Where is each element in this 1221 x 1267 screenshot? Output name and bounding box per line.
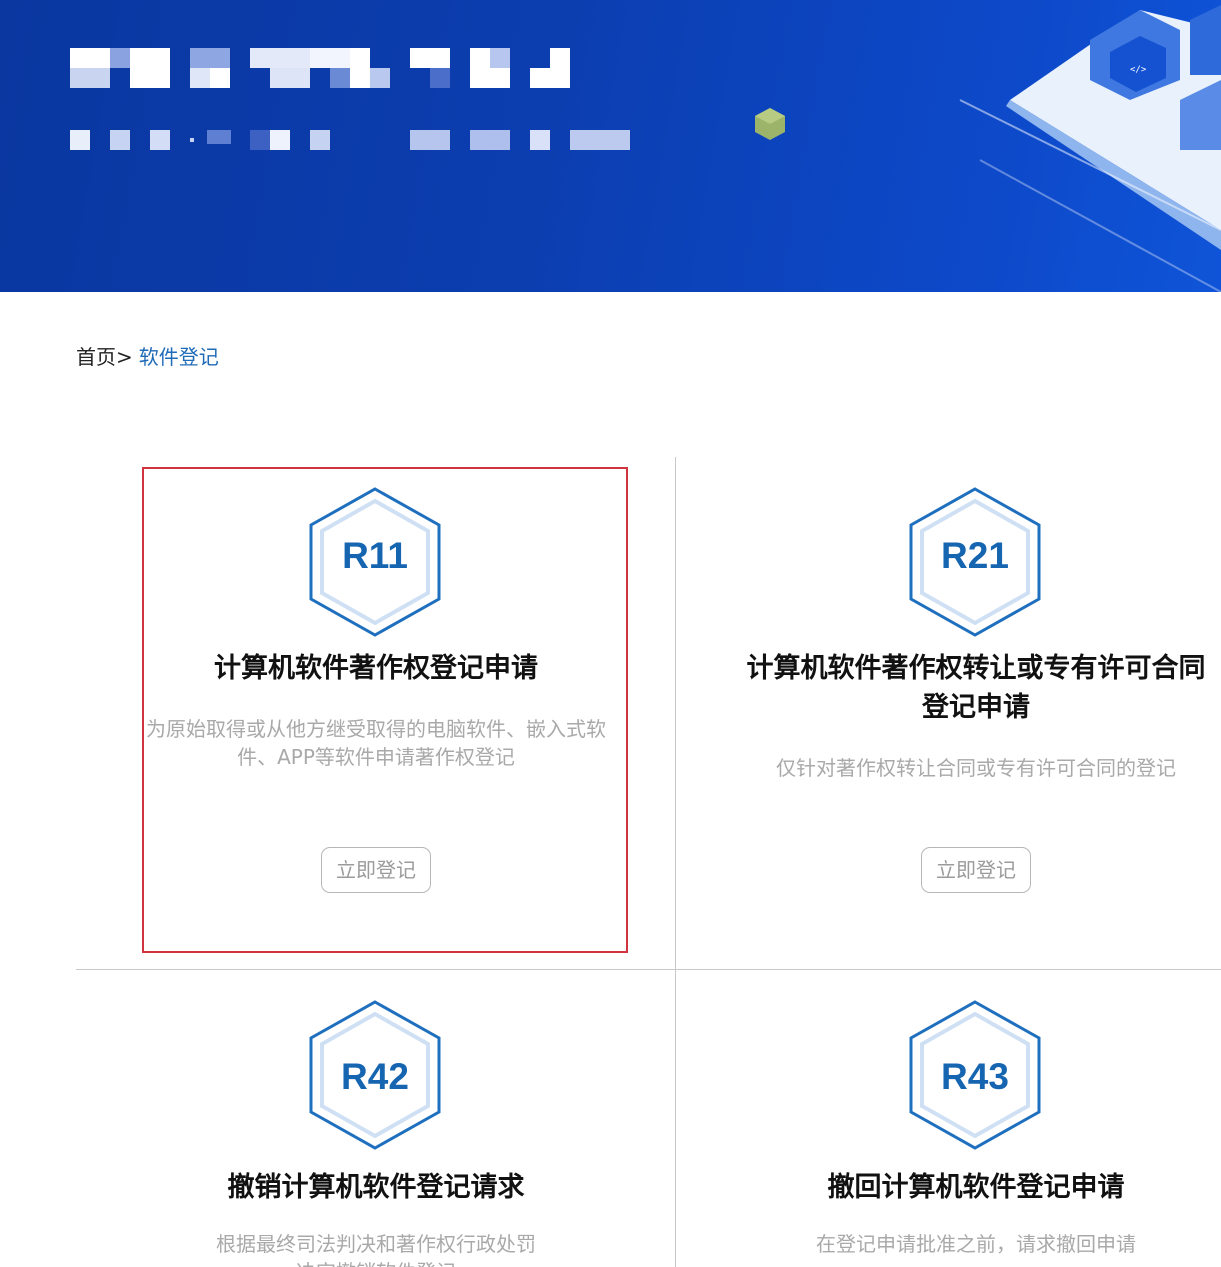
service-code: R11 — [342, 535, 408, 576]
service-title: 撤销计算机软件登记请求 — [227, 1172, 525, 1203]
service-card-r42[interactable]: R42 撤销计算机软件登记请求 根据最终司法判决和著作权行政处罚决定撤销软件登记 — [76, 970, 676, 1267]
service-description: 在登记申请批准之前，请求撤回申请 — [816, 1232, 1136, 1256]
breadcrumb: 首页> 软件登记 — [76, 341, 219, 370]
register-now-button[interactable]: 立即登记 — [321, 847, 431, 893]
glass-platform-illustration: </> — [959, 5, 1221, 292]
service-code: R42 — [341, 1056, 409, 1097]
svg-text:</>: </> — [1130, 65, 1147, 75]
service-description: 为原始取得或从他方继受取得的电脑软件、嵌入式软件、APP等软件申请著作权登记 — [146, 717, 606, 769]
service-title: 计算机软件著作权转让或专有许可合同登记申请 — [746, 653, 1206, 723]
breadcrumb-home[interactable]: 首页> — [76, 345, 133, 369]
service-card-r11[interactable]: R11 计算机软件著作权登记申请 为原始取得或从他方继受取得的电脑软件、嵌入式软… — [76, 457, 676, 969]
service-card-r21[interactable]: R21 计算机软件著作权转让或专有许可合同登记申请 仅针对著作权转让合同或专有许… — [676, 457, 1221, 969]
register-now-button[interactable]: 立即登记 — [921, 847, 1031, 893]
service-description: 仅针对著作权转让合同或专有许可合同的登记 — [776, 756, 1176, 780]
service-description: 根据最终司法判决和著作权行政处罚决定撤销软件登记 — [216, 1232, 536, 1267]
service-title: 撤回计算机软件登记申请 — [827, 1172, 1125, 1203]
breadcrumb-current[interactable]: 软件登记 — [139, 345, 219, 369]
hero-banner: </> — [0, 0, 1221, 292]
cube-icon — [755, 108, 785, 140]
service-title: 计算机软件著作权登记申请 — [214, 653, 538, 684]
service-code: R21 — [941, 535, 1009, 576]
service-code: R43 — [941, 1056, 1009, 1097]
service-card-r43[interactable]: R43 撤回计算机软件登记申请 在登记申请批准之前，请求撤回申请 — [676, 970, 1221, 1267]
